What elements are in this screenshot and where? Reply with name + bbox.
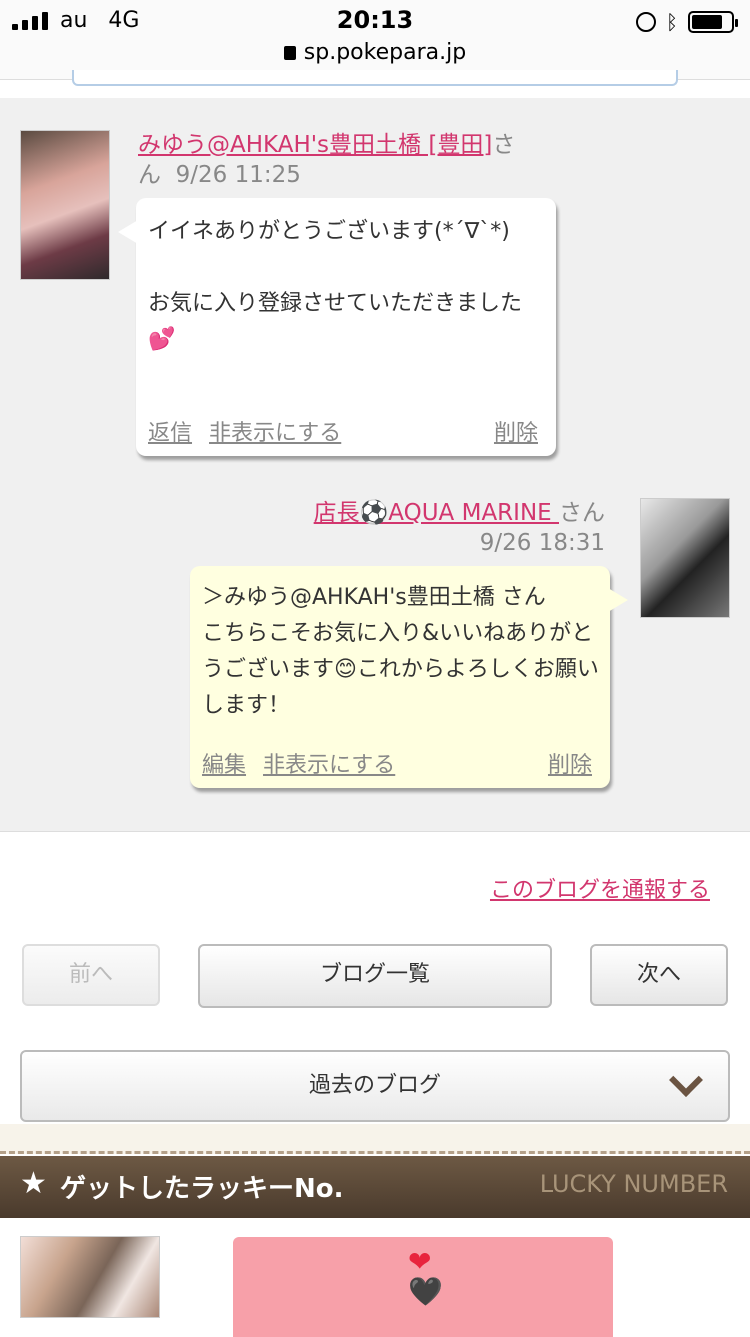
comment-bubble: イイネありがとうございます(*´∇`*) お気に入り登録させていただきました💕 …	[118, 198, 556, 456]
report-blog-link[interactable]: このブログを通報する	[420, 872, 710, 904]
url-text: sp.pokepara.jp	[303, 40, 467, 65]
avatar[interactable]	[640, 498, 730, 618]
stitch-divider	[0, 1124, 750, 1154]
comment-input-edge[interactable]	[72, 70, 678, 86]
battery-icon	[688, 11, 738, 33]
comment-text: ＞みゆう@AHKAH's豊田土橋 さん こちらこそお気に入り&いいねありがとうご…	[202, 585, 599, 718]
prev-button[interactable]: 前へ	[22, 944, 160, 1006]
past-blog-dropdown[interactable]: 過去のブログ	[20, 1050, 730, 1122]
edit-link[interactable]: 編集	[202, 753, 246, 778]
comment-section: みゆう@AHKAH's豊田土橋 [豊田]さん 9/26 11:25 イイネありが…	[0, 98, 750, 832]
star-icon: ★	[20, 1166, 47, 1201]
section-title: ゲットしたラッキーNo.	[60, 1174, 344, 1204]
comment-date: 9/26 11:25	[175, 162, 301, 188]
comment-meta: みゆう@AHKAH's豊田土橋 [豊田]さん 9/26 11:25	[138, 130, 538, 190]
status-icons: ᛒ	[636, 10, 738, 34]
section-subtitle: LUCKY NUMBER	[539, 1170, 728, 1198]
orientation-lock-icon	[636, 12, 656, 32]
past-blog-label: 過去のブログ	[308, 1073, 441, 1098]
delete-link[interactable]: 削除	[548, 748, 592, 784]
comment-actions: 編集 非表示にする 削除	[202, 748, 592, 784]
lucky-number-header: ★ ゲットしたラッキーNo. LUCKY NUMBER	[0, 1156, 750, 1218]
black-heart-icon: 🖤	[408, 1275, 443, 1308]
avatar[interactable]	[20, 130, 110, 280]
status-bar: au 4G 20:13 sp.pokepara.jp ᛒ	[0, 0, 750, 80]
delete-link[interactable]: 削除	[494, 416, 538, 452]
comment-meta: 店長⚽AQUA MARINE さん 9/26 18:31	[200, 498, 605, 558]
lock-icon	[283, 46, 296, 60]
blog-list-button[interactable]: ブログ一覧	[198, 944, 552, 1008]
commenter-name-link[interactable]: みゆう@AHKAH's豊田土橋 [豊田]	[138, 132, 492, 158]
reply-bubble: ＞みゆう@AHKAH's豊田土橋 さん こちらこそお気に入り&いいねありがとうご…	[190, 566, 628, 788]
hide-link[interactable]: 非表示にする	[209, 421, 341, 446]
comment-date: 9/26 18:31	[479, 530, 605, 556]
bluetooth-icon: ᛒ	[666, 10, 678, 34]
red-heart-icon: ❤	[408, 1245, 432, 1278]
commenter-name-link[interactable]: 店長⚽AQUA MARINE	[314, 500, 559, 526]
comment-actions: 返信 非表示にする 削除	[148, 416, 538, 452]
hide-link[interactable]: 非表示にする	[263, 753, 395, 778]
address-bar[interactable]: sp.pokepara.jp	[0, 40, 750, 65]
next-button[interactable]: 次へ	[590, 944, 728, 1006]
comment-text: イイネありがとうございます(*´∇`*) お気に入り登録させていただきました💕	[148, 219, 523, 352]
lucky-thumbnail[interactable]	[20, 1236, 160, 1318]
honorific: さん	[559, 500, 605, 526]
chevron-down-icon	[669, 1063, 703, 1097]
reply-link[interactable]: 返信	[148, 421, 192, 446]
